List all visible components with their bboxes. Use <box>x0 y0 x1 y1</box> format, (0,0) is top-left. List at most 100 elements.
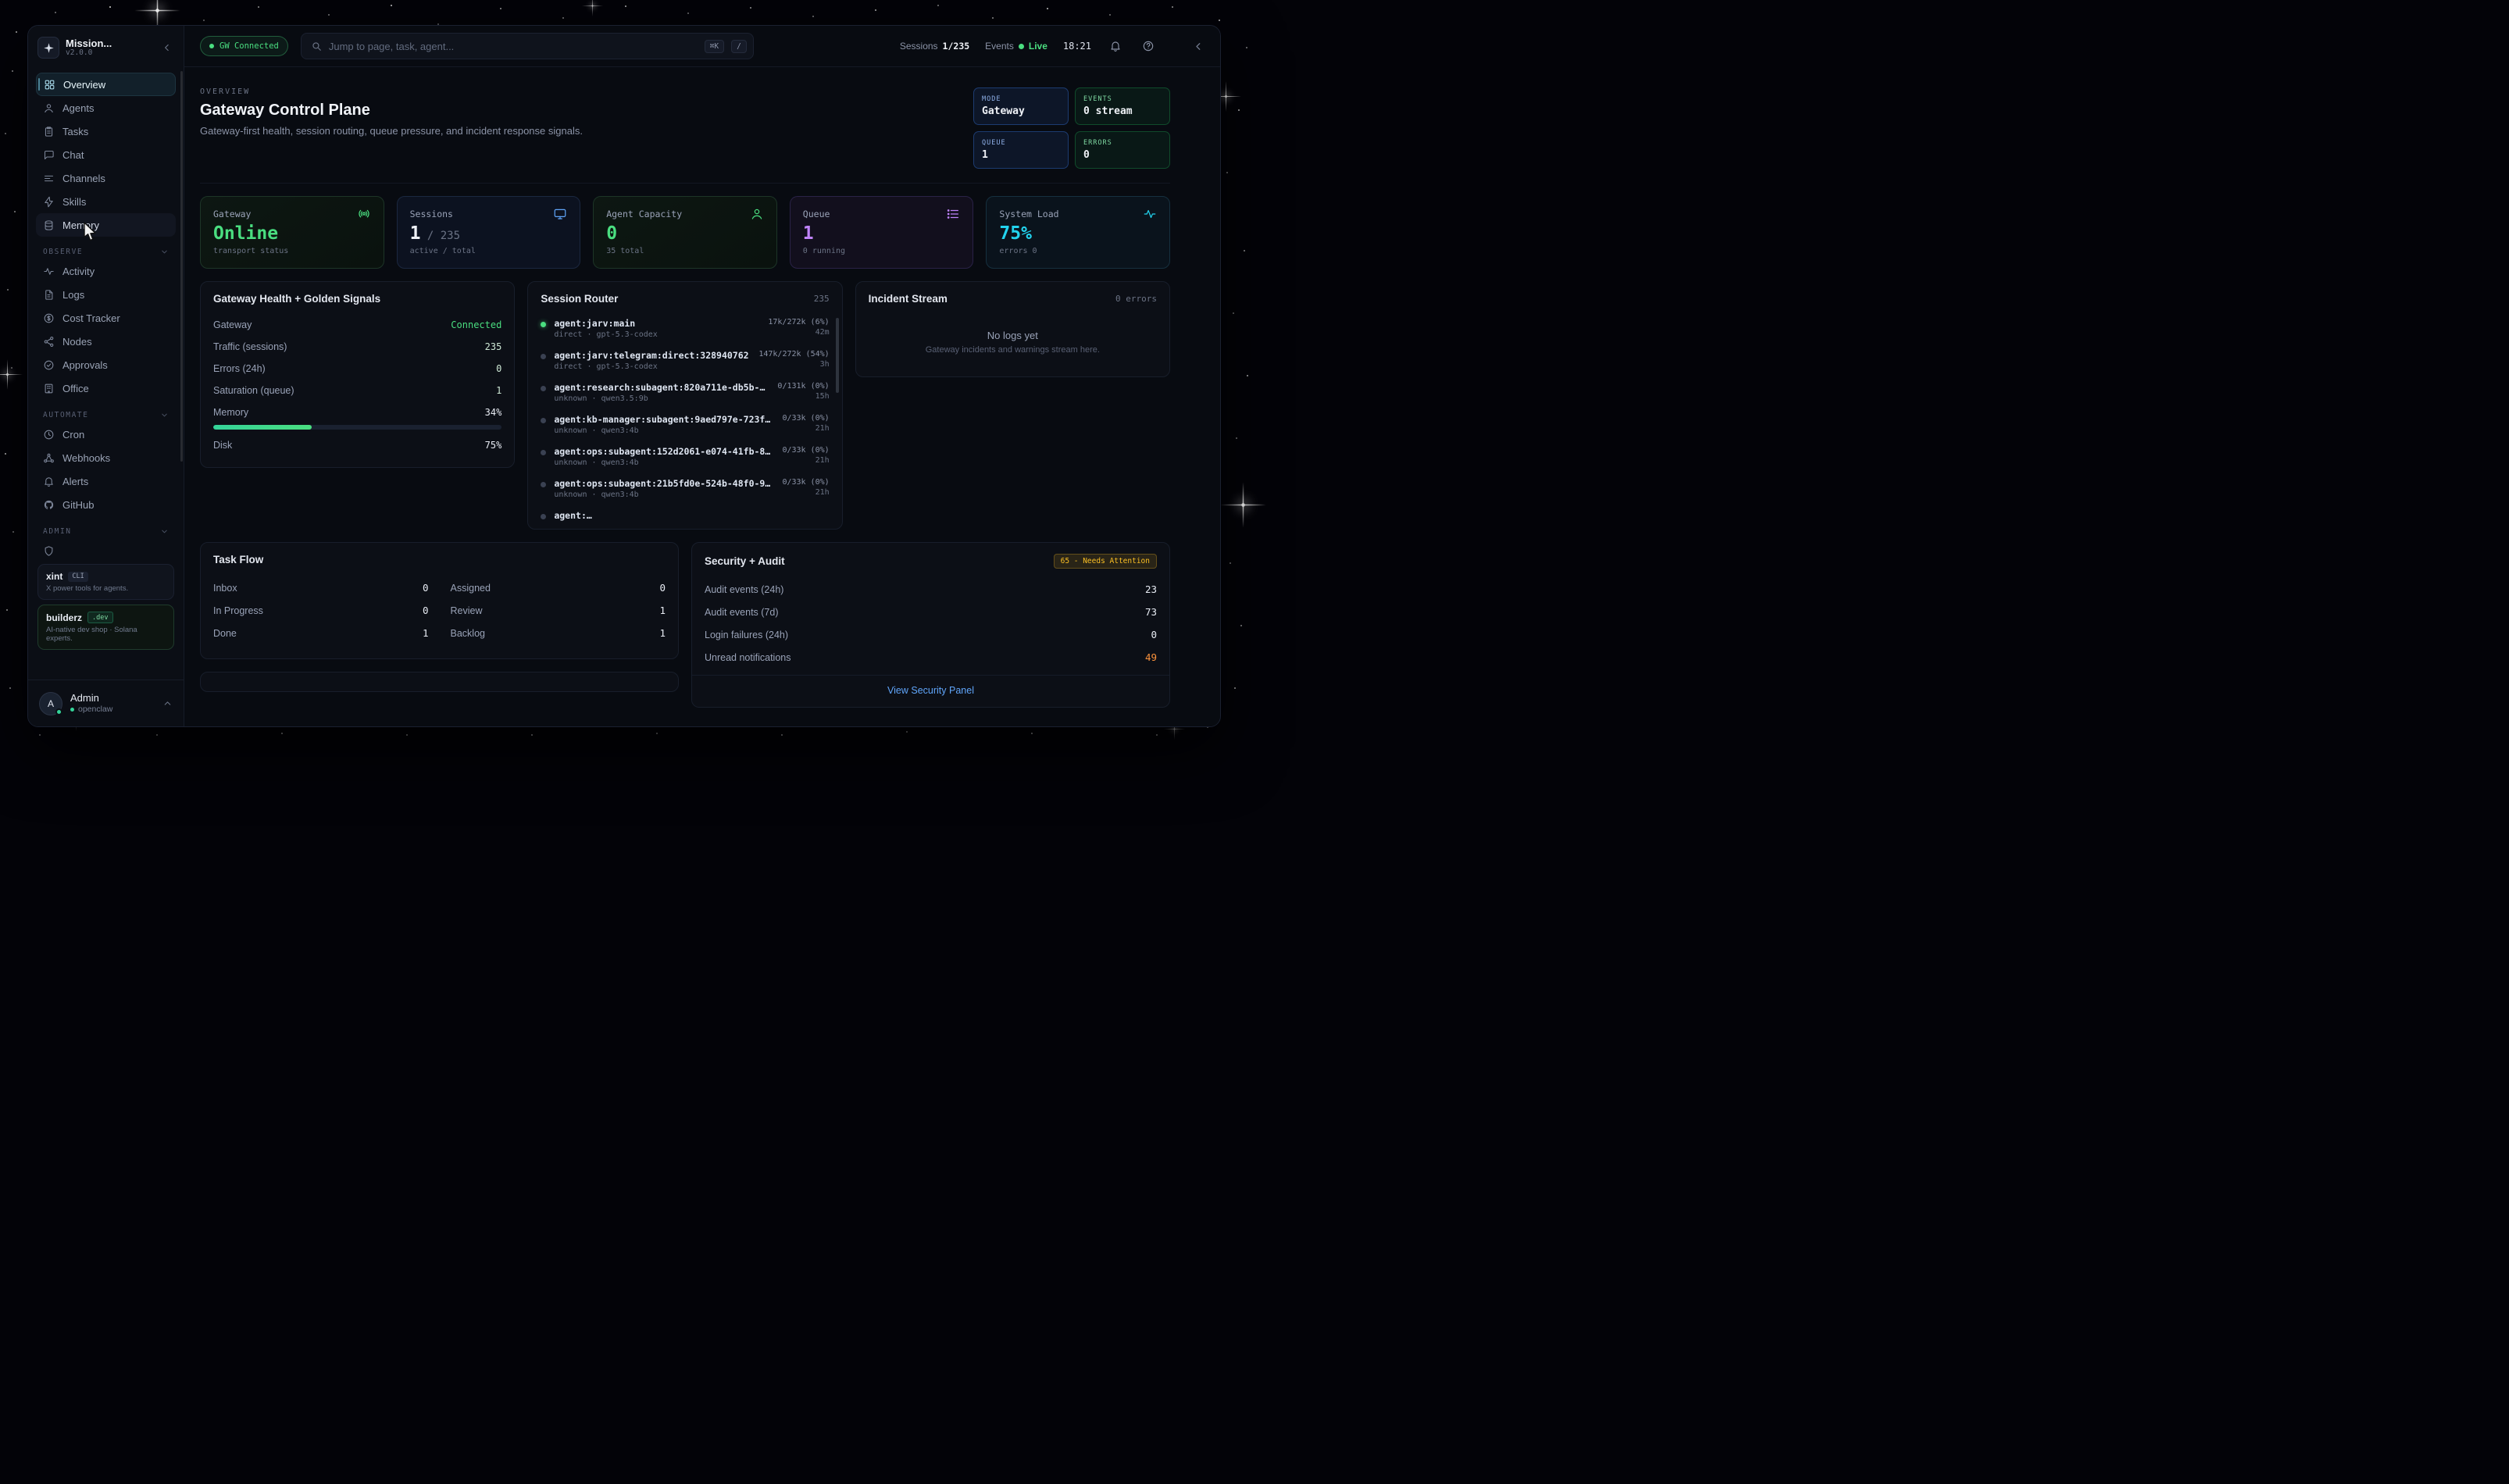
stat-card-system-load[interactable]: System Load 75% errors 0 <box>986 196 1170 269</box>
session-row[interactable]: agent:jarv:telegram:direct:328940762dire… <box>528 344 841 376</box>
sidebar-item-label: Cron <box>62 429 84 441</box>
panel-collapse-button[interactable] <box>1190 37 1208 55</box>
session-row[interactable]: agent:ops:subagent:21b5fd0e-524b-48f0-99… <box>528 473 841 505</box>
session-row-clipped[interactable]: agent:… <box>528 505 841 528</box>
view-security-panel-link[interactable]: View Security Panel <box>692 675 1169 707</box>
session-row[interactable]: agent:jarv:maindirect · gpt-5.3-codex 17… <box>528 312 841 344</box>
star <box>1241 503 1245 507</box>
avatar-initial: A <box>48 698 54 709</box>
events-live-indicator[interactable]: Events Live <box>985 41 1047 52</box>
session-row[interactable]: agent:ops:subagent:152d2061-e074-41fb-8e… <box>528 441 841 473</box>
card-title: Security + Audit <box>705 555 785 567</box>
session-router-card: Session Router 235 agent:jarv:maindirect… <box>527 281 842 530</box>
session-row[interactable]: agent:research:subagent:820a711e-db5b-4e… <box>528 376 841 408</box>
sidebar-item-chat[interactable]: Chat <box>36 143 176 166</box>
sidebar-section-observe[interactable]: OBSERVE <box>37 248 174 256</box>
session-status-dot <box>541 450 546 455</box>
sidebar-item-activity[interactable]: Activity <box>36 259 176 283</box>
sidebar-item-label: Activity <box>62 266 95 277</box>
avatar: A <box>39 692 62 715</box>
search-bar[interactable]: ⌘K / <box>301 33 754 59</box>
sidebar-item-label: Chat <box>62 149 84 161</box>
file-text-icon <box>43 289 55 301</box>
search-input[interactable] <box>329 41 698 52</box>
sidebar-item-agents[interactable]: Agents <box>36 96 176 120</box>
check-circle-icon <box>43 359 55 371</box>
clock: 18:21 <box>1063 41 1091 52</box>
security-row: Audit events (24h)23 <box>705 578 1157 601</box>
sidebar-item-cron[interactable]: Cron <box>36 423 176 446</box>
promo-description: AI-native dev shop · Solana experts. <box>46 626 166 643</box>
sidebar-item-channels[interactable]: Channels <box>36 166 176 190</box>
mode-box: MODE Gateway <box>973 87 1069 125</box>
session-row[interactable]: agent:kb-manager:subagent:9aed797e-723f-… <box>528 408 841 441</box>
app-title: Mission... <box>66 38 154 49</box>
promo-card-xint[interactable]: xint CLI X power tools for agents. <box>37 564 174 600</box>
sidebar-collapse-button[interactable] <box>160 41 174 55</box>
sidebar-item-tasks[interactable]: Tasks <box>36 120 176 143</box>
stat-card-gateway[interactable]: Gateway Online transport status <box>200 196 384 269</box>
sidebar-item-label: Logs <box>62 289 84 301</box>
sidebar-item-webhooks[interactable]: Webhooks <box>36 446 176 469</box>
org-status-dot <box>70 708 74 712</box>
topbar: GW Connected ⌘K / Sessions 1/235 Events … <box>184 26 1220 67</box>
user-menu[interactable]: A Admin openclaw <box>28 680 184 726</box>
sidebar-item-github[interactable]: GitHub <box>36 493 176 516</box>
session-status-dot <box>541 386 546 391</box>
star <box>155 9 159 12</box>
sidebar-item-memory[interactable]: Memory <box>36 213 176 237</box>
shortcut-key-cmd: ⌘K <box>705 40 724 53</box>
health-rows: Gateway Connected Traffic (sessions) 235… <box>201 312 514 467</box>
chevron-left-icon <box>1193 41 1205 52</box>
session-status-dot <box>541 322 546 327</box>
main-column: GW Connected ⌘K / Sessions 1/235 Events … <box>184 26 1220 726</box>
security-row: Login failures (24h)0 <box>705 623 1157 646</box>
sidebar-scrollbar[interactable] <box>180 71 183 462</box>
task-flow-row: In Progress0 <box>213 599 429 622</box>
sidebar-item-nodes[interactable]: Nodes <box>36 330 176 353</box>
promo-card-builderz[interactable]: builderz .dev AI-native dev shop · Solan… <box>37 605 174 650</box>
notifications-button[interactable] <box>1107 37 1124 55</box>
sidebar-item-label: Overview <box>63 79 105 91</box>
gateway-health-card: Gateway Health + Golden Signals Gateway … <box>200 281 515 468</box>
live-dot <box>1019 44 1024 49</box>
sidebar-item-label: Nodes <box>62 336 92 348</box>
card-title: Incident Stream <box>869 293 948 305</box>
sidebar-item-approvals[interactable]: Approvals <box>36 353 176 376</box>
card-title: Session Router <box>541 293 618 305</box>
stat-card-agent-capacity[interactable]: Agent Capacity 0 35 total <box>593 196 777 269</box>
stat-card-row: Gateway Online transport status Sessions… <box>200 196 1170 269</box>
health-row: Saturation (queue) 1 <box>213 380 501 401</box>
error-count-badge: 0 errors <box>1115 294 1157 304</box>
starfield <box>0 0 2 2</box>
star <box>1225 95 1227 98</box>
sidebar-item-logs[interactable]: Logs <box>36 283 176 306</box>
pulse-icon <box>1143 207 1157 221</box>
sessions-counter[interactable]: Sessions 1/235 <box>900 41 969 52</box>
user-info: Admin openclaw <box>70 692 155 715</box>
stat-card-queue[interactable]: Queue 1 0 running <box>790 196 974 269</box>
gateway-status-pill[interactable]: GW Connected <box>200 36 288 56</box>
sidebar-item-alerts[interactable]: Alerts <box>36 469 176 493</box>
database-icon <box>43 219 55 231</box>
health-row-memory: Memory 34% <box>213 401 501 423</box>
gateway-status-label: GW Connected <box>219 41 279 51</box>
user-icon <box>750 207 764 221</box>
sidebar-item-overview[interactable]: Overview <box>36 73 176 96</box>
page-subtitle: Gateway-first health, session routing, q… <box>200 125 583 137</box>
sidebar-item-security[interactable] <box>36 539 176 562</box>
status-dot <box>209 44 214 48</box>
help-button[interactable] <box>1140 37 1157 55</box>
sidebar-item-cost-tracker[interactable]: Cost Tracker <box>36 306 176 330</box>
sidebar-item-label: Alerts <box>62 476 88 487</box>
sidebar-section-admin[interactable]: ADMIN <box>37 527 174 536</box>
sidebar-item-skills[interactable]: Skills <box>36 190 176 213</box>
sidebar-section-automate[interactable]: AUTOMATE <box>37 411 174 419</box>
sidebar-item-office[interactable]: Office <box>36 376 176 400</box>
health-row: Gateway Connected <box>213 314 501 336</box>
stat-card-sessions[interactable]: Sessions 1 / 235 active / total <box>397 196 581 269</box>
card-title: Task Flow <box>213 554 263 565</box>
header-status-boxes: MODE Gateway EVENTS 0 stream QUEUE 1 ERR… <box>973 87 1170 169</box>
scrollbar-thumb[interactable] <box>836 318 839 393</box>
security-rows: Audit events (24h)23 Audit events (7d)73… <box>692 576 1169 669</box>
